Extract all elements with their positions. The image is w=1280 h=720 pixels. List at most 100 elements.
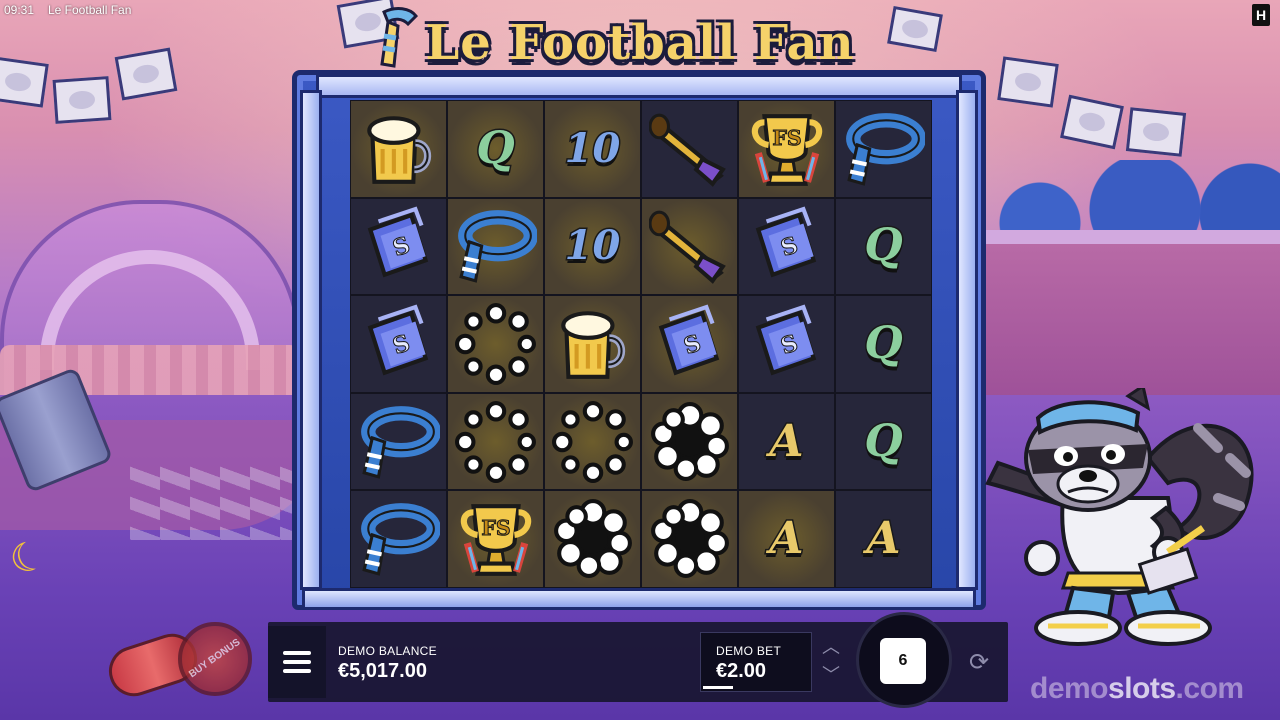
bunting-left <box>0 47 178 124</box>
reel-cell: 10 <box>544 197 641 296</box>
reel-cell <box>835 100 932 198</box>
symbol-a-icon: A <box>768 415 805 467</box>
balance-label: DEMO BALANCE <box>338 644 437 658</box>
reel-cell <box>641 490 738 588</box>
reel-cell: S <box>350 295 447 393</box>
reel-frame-left <box>300 90 322 590</box>
reel-cell: S <box>350 197 447 296</box>
symbol-cloud-icon <box>551 400 633 483</box>
symbol-ticket-icon: S <box>658 304 719 376</box>
reel-cell <box>350 392 447 491</box>
symbol-scarf-icon <box>845 112 925 186</box>
raccoon-mascot <box>985 388 1254 646</box>
symbol-ten-icon: 10 <box>563 222 622 270</box>
bunting-flag <box>0 56 49 108</box>
reel-cell <box>350 100 447 198</box>
reel-grid: Q 10 FS S 10 S Q S S S Q A Q FS A A <box>350 100 932 588</box>
reel-cell: S <box>641 295 738 393</box>
reel-cell: A <box>738 490 835 588</box>
symbol-ticket-icon: S <box>367 206 428 278</box>
scattered-papers <box>130 460 300 540</box>
reel-cell <box>641 392 738 491</box>
hamburger-icon-line <box>283 651 311 655</box>
reel-cell <box>544 490 641 588</box>
watermark-part: demo <box>1030 672 1109 705</box>
symbol-cloud-filled-icon <box>650 499 729 579</box>
reel-cell <box>447 295 544 393</box>
svg-text:FS: FS <box>481 516 510 540</box>
bet-increase-icon[interactable]: ︿ <box>818 636 844 658</box>
status-bar: 09:31 Le Football Fan <box>0 0 1280 20</box>
reel-cell: Q <box>835 197 932 296</box>
bunting-flag <box>997 56 1059 108</box>
symbol-horn-icon <box>648 113 726 187</box>
symbol-horn-icon <box>648 211 726 285</box>
reel-cell: A <box>835 490 932 588</box>
symbol-scarf-icon <box>360 503 440 576</box>
window-title: Le Football Fan <box>48 3 132 17</box>
reel-cell: Q <box>447 100 544 198</box>
reel-cell: FS <box>447 490 544 588</box>
watermark-part: .com <box>1175 672 1245 705</box>
reel-cell <box>447 392 544 491</box>
reel-cell: Q <box>835 392 932 491</box>
reel-cell <box>641 197 738 296</box>
symbol-ticket-icon: S <box>755 206 816 278</box>
symbol-cloud-filled-icon <box>650 401 729 481</box>
bunting-flag <box>1125 107 1187 157</box>
reel-cell: Q <box>835 295 932 393</box>
brand-logo: H <box>1252 4 1270 26</box>
buy-bonus-label: BUY BONUS <box>187 637 243 681</box>
symbol-beer-icon <box>366 115 431 184</box>
watermark: demoslots.com <box>1030 672 1244 706</box>
watermark-part: slots <box>1108 672 1176 705</box>
bunting-flag <box>114 47 178 101</box>
bet-level-indicator <box>703 686 733 689</box>
balance-value: €5,017.00 <box>338 660 427 682</box>
clock: 09:31 <box>4 3 35 17</box>
autoplay-icon[interactable]: ⟳ <box>964 648 994 678</box>
symbol-ten-icon: 10 <box>563 124 622 172</box>
symbol-q-icon: Q <box>475 122 516 174</box>
reel-cell <box>544 295 641 393</box>
symbol-trophy-icon: FS <box>751 113 822 186</box>
symbol-ticket-icon: S <box>367 304 428 376</box>
bet-display: DEMO BET €2.00 <box>716 644 781 683</box>
symbol-trophy-icon: FS <box>460 504 531 577</box>
symbol-cloud-icon <box>454 302 536 385</box>
symbol-beer-icon <box>560 311 625 379</box>
reel-cell: A <box>738 392 835 491</box>
bet-value: €2.00 <box>716 660 767 682</box>
svg-text:FS: FS <box>772 126 801 150</box>
symbol-scarf-icon <box>457 210 537 284</box>
symbol-cloud-icon <box>454 400 536 483</box>
symbol-q-icon: Q <box>863 220 904 272</box>
bunting-flag <box>1060 94 1124 150</box>
spin-button[interactable]: 6 <box>880 638 926 684</box>
hamburger-icon-line <box>283 660 311 664</box>
symbol-a-icon: A <box>768 513 805 565</box>
reel-cell: S <box>738 295 835 393</box>
symbol-a-icon: A <box>865 513 902 565</box>
balance-display: DEMO BALANCE €5,017.00 <box>338 644 437 683</box>
bunting-right <box>997 40 1187 157</box>
symbol-q-icon: Q <box>863 415 904 467</box>
reel-cell: FS <box>738 100 835 198</box>
reel-cell: 10 <box>544 100 641 198</box>
reel-cell <box>641 100 738 198</box>
symbol-q-icon: Q <box>863 317 904 369</box>
symbol-cloud-filled-icon <box>553 499 632 579</box>
reel-cell <box>544 392 641 491</box>
symbol-ticket-icon: S <box>755 304 816 376</box>
reel-frame-bottom <box>302 588 976 610</box>
reel-cell: S <box>738 197 835 296</box>
bet-decrease-icon[interactable]: ﹀ <box>818 664 844 686</box>
symbol-scarf-icon <box>360 405 440 479</box>
hamburger-icon-line <box>283 669 311 673</box>
buy-bonus-button[interactable]: BUY BONUS <box>178 622 252 696</box>
reel-cell <box>447 197 544 296</box>
menu-button[interactable] <box>268 626 326 698</box>
reel-cell <box>350 490 447 588</box>
bunting-flag <box>52 76 112 124</box>
bet-label: DEMO BET <box>716 644 782 658</box>
